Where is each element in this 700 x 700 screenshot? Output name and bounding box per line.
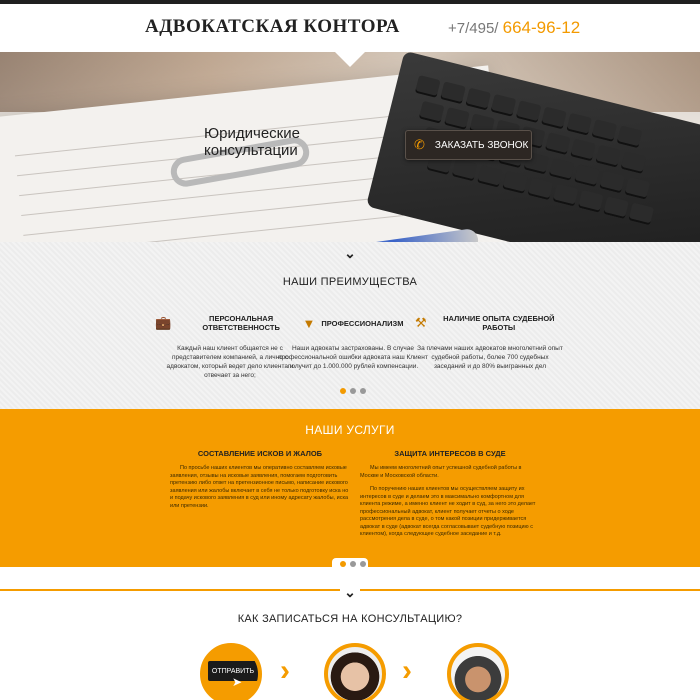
consultation-title: КАК ЗАПИСАТЬСЯ НА КОНСУЛЬТАЦИЮ?	[237, 613, 463, 625]
phone-number[interactable]: +7/495/ 664-96-12	[448, 18, 580, 38]
header-notch	[335, 52, 365, 67]
chevron-right-icon: ›	[280, 654, 290, 687]
phone-main: 664-96-12	[502, 18, 581, 37]
cursor-icon: ➤	[232, 675, 243, 689]
call-step-image	[324, 643, 386, 700]
advantage-text: За плечами наших адвокатов многолетний о…	[417, 345, 563, 370]
advantages-section: ⌄ НАШИ ПРЕИМУЩЕСТВА 💼 ПЕРСОНАЛЬНАЯ ОТВЕТ…	[0, 242, 700, 409]
hero-banner: Юридические консультации ✆ ЗАКАЗАТЬ ЗВОН…	[0, 52, 700, 242]
handshake-step-image	[447, 643, 509, 700]
header: АДВОКАТСКАЯ КОНТОРА +7/495/ 664-96-12	[0, 4, 700, 52]
consultation-section: ⌄ КАК ЗАПИСАТЬСЯ НА КОНСУЛЬТАЦИЮ? ОТПРАВ…	[0, 567, 700, 700]
service-text: По просьбе наших клиентов мы оперативно …	[170, 465, 349, 509]
pagination-dot[interactable]	[350, 388, 356, 394]
chevron-down-icon[interactable]: ⌄	[340, 246, 360, 260]
advantage-title: ПРОФЕССИОНАЛИЗМ	[321, 318, 404, 328]
advantages-title: НАШИ ПРЕИМУЩЕСТВА	[282, 276, 418, 288]
advantage-item: ⚒ НАЛИЧИЕ ОПЫТА СУДЕБНОЙ РАБОТЫ За плеча…	[415, 310, 565, 371]
call-request-button[interactable]: ✆ ЗАКАЗАТЬ ЗВОНОК	[405, 130, 532, 160]
gavel-icon: ⚒	[415, 315, 427, 330]
advantage-title: НАЛИЧИЕ ОПЫТА СУДЕБНОЙ РАБОТЫ	[443, 314, 555, 332]
pagination-dot[interactable]	[360, 388, 366, 394]
pagination-dot[interactable]	[340, 388, 346, 394]
advantage-text: Наши адвокаты застрахованы. В случае про…	[278, 345, 428, 370]
chevron-down-icon[interactable]: ⌄	[340, 585, 360, 599]
service-text: По поручению наших клиентов мы осуществл…	[360, 486, 536, 537]
service-column: ЗАЩИТА ИНТЕРЕСОВ В СУДЕ Мы имеем многоле…	[360, 449, 540, 539]
hero-title: Юридические консультации	[204, 125, 300, 159]
services-title: НАШИ УСЛУГИ	[305, 423, 395, 437]
send-step[interactable]: ОТПРАВИТЬ ➤	[200, 643, 262, 700]
phone-icon: ✆	[414, 137, 425, 152]
call-request-label: ЗАКАЗАТЬ ЗВОНОК	[434, 139, 529, 151]
service-title: СОСТАВЛЕНИЕ ИСКОВ И ЖАЛОБ	[197, 449, 323, 458]
service-column: СОСТАВЛЕНИЕ ИСКОВ И ЖАЛОБ По просьбе наш…	[170, 449, 350, 510]
briefcase-icon: 💼	[155, 315, 172, 330]
services-section: НАШИ УСЛУГИ СОСТАВЛЕНИЕ ИСКОВ И ЖАЛОБ По…	[0, 409, 700, 578]
chevron-right-icon: ›	[402, 654, 412, 687]
service-title: ЗАЩИТА ИНТЕРЕСОВ В СУДЕ	[394, 449, 506, 458]
phone-prefix: +7/495/	[448, 20, 499, 37]
advantages-pagination	[340, 388, 366, 394]
service-text: Мы имеем многолетний опыт успешной судеб…	[360, 465, 522, 479]
advantage-item: ▼ ПРОФЕССИОНАЛИЗМ Наши адвокаты застрахо…	[278, 310, 428, 371]
site-logo[interactable]: АДВОКАТСКАЯ КОНТОРА	[145, 16, 400, 38]
tie-icon: ▼	[302, 315, 316, 331]
